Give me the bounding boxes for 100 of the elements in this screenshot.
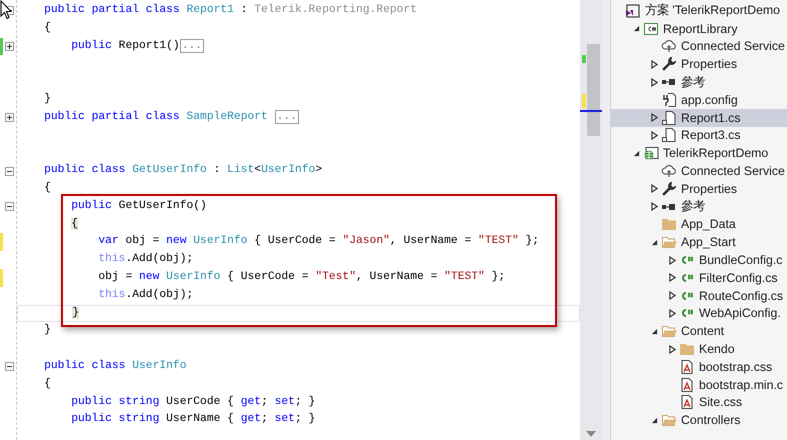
code-line: { bbox=[43, 20, 52, 36]
expanded-arrow-icon[interactable] bbox=[650, 328, 658, 335]
open-folder-icon bbox=[661, 234, 677, 250]
collapsed-arrow-icon[interactable] bbox=[668, 291, 676, 300]
tree-item[interactable]: bootstrap.min.c bbox=[611, 376, 787, 394]
tree-item[interactable]: RouteConfig.cs bbox=[611, 286, 787, 305]
collapsed-arrow-icon[interactable] bbox=[650, 184, 658, 194]
caret-position-marker bbox=[580, 110, 602, 112]
code-line: { bbox=[43, 180, 52, 196]
tree-item[interactable]: Report1.cs bbox=[611, 108, 787, 127]
collapsed-arrow-icon[interactable] bbox=[668, 256, 676, 265]
open-folder-icon bbox=[661, 323, 677, 340]
tree-item[interactable]: 方案 'TelerikReportDemo bbox=[611, 2, 787, 20]
tree-item-label: Connected Service bbox=[681, 164, 785, 178]
tree-item-label: bootstrap.min.c bbox=[699, 378, 784, 392]
tree-item[interactable]: bootstrap.css bbox=[611, 358, 787, 376]
tree-item-label: Properties bbox=[681, 57, 738, 72]
cloud-icon bbox=[661, 38, 677, 54]
code-line: public string UserCode { get; set; } bbox=[70, 394, 316, 410]
stylesheet-file-icon bbox=[679, 394, 695, 410]
tree-item-label: TelerikReportDemo bbox=[663, 146, 768, 160]
solution-icon bbox=[625, 2, 641, 19]
tree-item[interactable]: BundleConfig.c bbox=[611, 251, 787, 269]
tree-item-label: Report1.cs bbox=[681, 110, 740, 125]
tree-item-label: app.config bbox=[681, 92, 738, 107]
code-line: var obj = new UserInfo { UserCode = "Jason", UserName = "TEST" }; bbox=[97, 234, 540, 250]
code-line: public class UserInfo bbox=[43, 358, 188, 374]
folder-icon bbox=[661, 216, 677, 232]
collapsed-arrow-icon[interactable] bbox=[650, 130, 658, 140]
code-line: public string UserName { get; set; } bbox=[70, 412, 316, 428]
collapse-icon[interactable] bbox=[4, 166, 14, 176]
folder-icon bbox=[679, 341, 695, 358]
config-file-icon bbox=[661, 92, 677, 108]
tree-item-label: Report3.cs bbox=[681, 128, 740, 142]
tree-item-label: FilterConfig.cs bbox=[699, 270, 778, 285]
collapse-icon[interactable] bbox=[4, 202, 14, 212]
tree-item[interactable]: App_Data bbox=[611, 216, 787, 234]
tree-item[interactable]: 參考 bbox=[611, 198, 787, 216]
tree-item[interactable]: Report3.cs bbox=[611, 126, 787, 144]
tree-item[interactable]: app.config bbox=[611, 90, 787, 109]
code-line: obj = new UserInfo { UserCode = "Test", UserName = "TEST" }; bbox=[97, 270, 506, 285]
code-line: } bbox=[43, 92, 52, 107]
collapse-icon[interactable] bbox=[4, 362, 14, 372]
expanded-arrow-icon[interactable] bbox=[632, 150, 640, 157]
expanded-arrow-icon[interactable] bbox=[632, 25, 640, 32]
tree-item-label: Content bbox=[681, 324, 724, 338]
expanded-arrow-icon[interactable] bbox=[650, 238, 658, 246]
code-line: public GetUserInfo() bbox=[70, 198, 208, 214]
tree-item[interactable]: Kendo bbox=[611, 340, 787, 358]
tree-item[interactable]: Connected Service bbox=[611, 162, 787, 180]
tree-item-label: BundleConfig.c bbox=[699, 253, 782, 268]
tree-item[interactable]: Properties bbox=[611, 55, 787, 74]
tree-item[interactable]: Connected Service bbox=[611, 38, 787, 56]
collapsed-arrow-icon[interactable] bbox=[668, 344, 676, 354]
tree-item[interactable]: App_Start bbox=[611, 233, 787, 252]
tree-item-label: Connected Service bbox=[681, 39, 785, 54]
code-line: public class GetUserInfo : List<UserInfo> bbox=[43, 162, 324, 178]
tree-item[interactable]: Properties bbox=[611, 180, 787, 198]
file-icon bbox=[661, 127, 677, 144]
collapsed-arrow-icon[interactable] bbox=[650, 78, 658, 87]
tree-item[interactable]: FilterConfig.cs bbox=[611, 268, 787, 287]
open-folder-icon bbox=[661, 412, 677, 428]
change-marker bbox=[582, 94, 586, 108]
project-icon bbox=[643, 20, 659, 37]
scroll-down-icon[interactable] bbox=[586, 431, 596, 437]
collapsed-arrow-icon[interactable] bbox=[650, 202, 658, 212]
collapsed-arrow-icon[interactable] bbox=[650, 60, 658, 69]
stylesheet-file-icon bbox=[679, 376, 695, 393]
tree-item-label: Site.css bbox=[699, 395, 742, 410]
expanded-arrow-icon[interactable] bbox=[650, 416, 658, 424]
tree-item-label: RouteConfig.cs bbox=[699, 288, 784, 303]
tree-item-label: Controllers bbox=[681, 413, 740, 428]
code-line: } bbox=[43, 322, 52, 338]
collapsed-arrow-icon[interactable] bbox=[668, 273, 676, 282]
code-line: this.Add(obj); bbox=[97, 252, 194, 268]
file-icon bbox=[661, 110, 677, 126]
stylesheet-file-icon bbox=[679, 358, 695, 375]
scrollbar-thumb[interactable] bbox=[587, 44, 600, 136]
tree-item[interactable]: TelerikReportDemo bbox=[611, 144, 787, 162]
tree-item-label: 參考 bbox=[681, 74, 705, 91]
code-line: public partial class SampleReport ... bbox=[43, 108, 300, 126]
tree-item-label: Kendo bbox=[699, 342, 735, 356]
tree-item[interactable]: Content bbox=[611, 322, 787, 340]
collapsed-arrow-icon[interactable] bbox=[650, 113, 658, 122]
code-line: public Report1() ... bbox=[70, 38, 206, 55]
code-line: public partial class Report1 : Telerik.Reporting.Report bbox=[43, 2, 418, 18]
tree-item-label: Properties bbox=[681, 182, 738, 196]
tree-item-label: App_Data bbox=[681, 217, 736, 232]
expand-icon[interactable] bbox=[4, 42, 14, 51]
code-line: this.Add(obj); bbox=[97, 288, 194, 303]
tree-item[interactable]: 參考 bbox=[611, 73, 787, 91]
tree-item[interactable]: Site.css bbox=[611, 394, 787, 412]
tree-item[interactable]: ReportLibrary bbox=[611, 20, 787, 38]
expand-icon[interactable] bbox=[4, 113, 14, 122]
tree-item[interactable]: Controllers bbox=[611, 411, 787, 430]
scrollbar[interactable] bbox=[580, 0, 602, 440]
wrench-icon bbox=[661, 56, 677, 72]
collapsed-arrow-icon[interactable] bbox=[668, 308, 676, 318]
tree-item-label: ReportLibrary bbox=[663, 22, 738, 36]
tree-item[interactable]: WebApiConfig. bbox=[611, 304, 787, 322]
